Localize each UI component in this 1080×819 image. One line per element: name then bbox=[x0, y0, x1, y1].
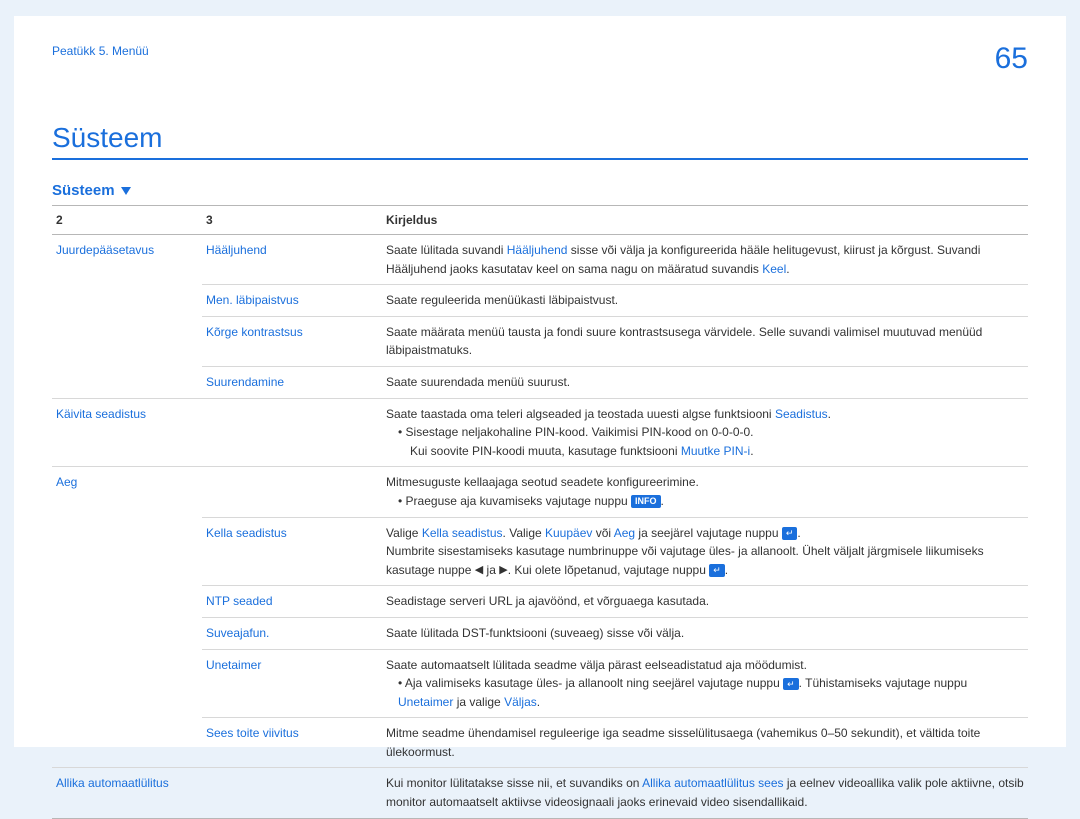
cell-level3: Unetaimer bbox=[202, 649, 382, 718]
table-row: Aeg Mitmesuguste kellaajaga seotud seade… bbox=[52, 467, 1028, 517]
text: Mitmesuguste kellaajaga seotud seadete k… bbox=[386, 475, 699, 489]
text: ja valige bbox=[453, 695, 504, 709]
info-button-icon: INFO bbox=[631, 495, 661, 508]
cell-desc: Valige Kella seadistus. Valige Kuupäev v… bbox=[382, 517, 1028, 586]
page: Peatükk 5. Menüü 65 Süsteem Süsteem 2 3 … bbox=[14, 16, 1066, 747]
inline-link: Väljas bbox=[504, 695, 537, 709]
table-row: Allika automaatlülitus Kui monitor lülit… bbox=[52, 768, 1028, 818]
cell-desc: Saate määrata menüü tausta ja fondi suur… bbox=[382, 316, 1028, 366]
text: Praeguse aja kuvamiseks vajutage nuppu bbox=[406, 494, 631, 508]
chevron-down-icon bbox=[121, 187, 131, 195]
cell-desc: Mitmesuguste kellaajaga seotud seadete k… bbox=[382, 467, 1028, 517]
cell-level2: Juurdepääsetavus bbox=[52, 235, 202, 399]
text: . bbox=[797, 526, 800, 540]
text: . Kui olete lõpetanud, vajutage nuppu bbox=[508, 563, 710, 577]
text: . bbox=[828, 407, 831, 421]
bullet-item: Kui soovite PIN-koodi muuta, kasutage fu… bbox=[410, 442, 754, 461]
text: Aja valimiseks kasutage üles- ja allanoo… bbox=[405, 676, 783, 690]
cell-level3: Suurendamine bbox=[202, 366, 382, 398]
arrow-left-icon: ◀ bbox=[475, 562, 483, 579]
inline-link: Allika automaatlülitus sees bbox=[642, 776, 783, 790]
cell-desc: Seadistage serveri URL ja ajavöönd, et v… bbox=[382, 586, 1028, 618]
cell-desc: Saate lülitada suvandi Hääljuhend sisse … bbox=[382, 235, 1028, 285]
text: . Valige bbox=[503, 526, 545, 540]
inline-link: Kuupäev bbox=[545, 526, 592, 540]
text: Kui monitor lülitatakse sisse nii, et su… bbox=[386, 776, 642, 790]
cell-level3: Kella seadistus bbox=[202, 517, 382, 586]
arrow-right-icon: ▶ bbox=[499, 562, 507, 579]
col-2: 2 bbox=[52, 206, 202, 235]
cell-level3 bbox=[202, 768, 382, 818]
cell-level3: Kõrge kontrastsus bbox=[202, 316, 382, 366]
cell-level3: Men. läbipaistvus bbox=[202, 285, 382, 317]
text: Saate taastada oma teleri algseaded ja t… bbox=[386, 407, 775, 421]
text: Valige bbox=[386, 526, 422, 540]
text: . bbox=[786, 262, 789, 276]
text: Saate automaatselt lülitada seadme välja… bbox=[386, 658, 807, 672]
text: . bbox=[537, 695, 540, 709]
table-row: Juurdepääsetavus Hääljuhend Saate lülita… bbox=[52, 235, 1028, 285]
inline-link: Keel bbox=[762, 262, 786, 276]
inline-link: Seadistus bbox=[775, 407, 828, 421]
cell-desc: Mitme seadme ühendamisel reguleerige iga… bbox=[382, 718, 1028, 768]
subtitle-text: Süsteem bbox=[52, 182, 115, 199]
cell-level3: NTP seaded bbox=[202, 586, 382, 618]
cell-level3 bbox=[202, 398, 382, 467]
cell-level3: Suveajafun. bbox=[202, 617, 382, 649]
table-header-row: 2 3 Kirjeldus bbox=[52, 206, 1028, 235]
text: ja seejärel vajutage nuppu bbox=[635, 526, 782, 540]
text: ja bbox=[483, 563, 499, 577]
enter-button-icon: ↵ bbox=[782, 527, 798, 540]
inline-link: Hääljuhend bbox=[507, 243, 568, 257]
page-number: 65 bbox=[995, 44, 1028, 74]
cell-desc: Saate taastada oma teleri algseaded ja t… bbox=[382, 398, 1028, 467]
col-3: 3 bbox=[202, 206, 382, 235]
cell-level3: Hääljuhend bbox=[202, 235, 382, 285]
text: Saate lülitada suvandi bbox=[386, 243, 507, 257]
enter-button-icon: ↵ bbox=[783, 678, 799, 691]
cell-desc: Kui monitor lülitatakse sisse nii, et su… bbox=[382, 768, 1028, 818]
cell-level3 bbox=[202, 467, 382, 517]
text: Kui soovite PIN-koodi muuta, kasutage fu… bbox=[410, 444, 681, 458]
cell-level3: Sees toite viivitus bbox=[202, 718, 382, 768]
text: või bbox=[592, 526, 613, 540]
inline-link: Aeg bbox=[614, 526, 635, 540]
text: . bbox=[661, 494, 664, 508]
text: . bbox=[750, 444, 753, 458]
content: Süsteem Süsteem 2 3 Kirjeldus Juurdepääs… bbox=[14, 122, 1066, 819]
cell-desc: Saate reguleerida menüükasti läbipaistvu… bbox=[382, 285, 1028, 317]
cell-desc: Saate automaatselt lülitada seadme välja… bbox=[382, 649, 1028, 718]
chapter-label: Peatükk 5. Menüü bbox=[52, 44, 149, 58]
page-title: Süsteem bbox=[52, 122, 1028, 160]
text: . Tühistamiseks vajutage nuppu bbox=[799, 676, 968, 690]
cell-desc: Saate lülitada DST-funktsiooni (suveaeg)… bbox=[382, 617, 1028, 649]
cell-level2: Käivita seadistus bbox=[52, 398, 202, 467]
bullet-item: Praeguse aja kuvamiseks vajutage nuppu I… bbox=[398, 492, 664, 511]
cell-desc: Saate suurendada menüü suurust. bbox=[382, 366, 1028, 398]
inline-link: Muutke PIN-i bbox=[681, 444, 750, 458]
text: . bbox=[725, 563, 728, 577]
page-header: Peatükk 5. Menüü 65 bbox=[14, 16, 1066, 74]
col-desc: Kirjeldus bbox=[382, 206, 1028, 235]
settings-table: 2 3 Kirjeldus Juurdepääsetavus Hääljuhen… bbox=[52, 205, 1028, 819]
bullet-item: Aja valimiseks kasutage üles- ja allanoo… bbox=[398, 674, 1024, 711]
enter-button-icon: ↵ bbox=[709, 564, 725, 577]
bullet-item: Sisestage neljakohaline PIN-kood. Vaikim… bbox=[398, 423, 754, 442]
table-row: Käivita seadistus Saate taastada oma tel… bbox=[52, 398, 1028, 467]
section-subtitle: Süsteem bbox=[52, 182, 1028, 199]
cell-level2: Allika automaatlülitus bbox=[52, 768, 202, 818]
inline-link: Kella seadistus bbox=[422, 526, 503, 540]
cell-level2: Aeg bbox=[52, 467, 202, 768]
inline-link: Unetaimer bbox=[398, 695, 453, 709]
text: Sisestage neljakohaline PIN-kood. Vaikim… bbox=[406, 425, 754, 439]
